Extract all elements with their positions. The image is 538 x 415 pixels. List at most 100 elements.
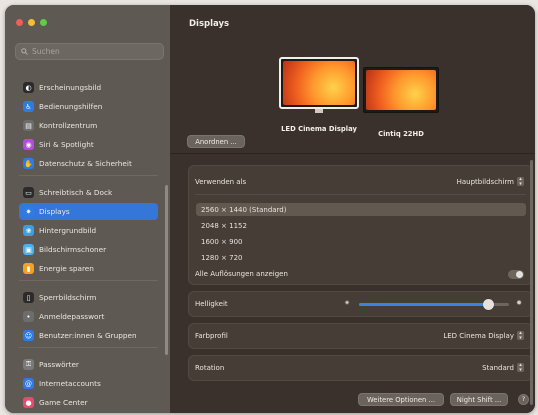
search-input[interactable]	[32, 47, 152, 56]
sidebar-item-label: Energie sparen	[39, 264, 94, 273]
color-profile-value: LED Cinema Display	[443, 331, 514, 340]
rotation-value: Standard	[482, 363, 514, 372]
sidebar-item-label: Internetaccounts	[39, 379, 101, 388]
display-thumbnail-cintiq[interactable]	[363, 67, 439, 115]
color-profile-card: Farbprofil LED Cinema Display ▴ ▾	[188, 323, 533, 349]
use-as-label: Verwenden als	[195, 178, 247, 186]
search-icon	[21, 48, 28, 55]
sidebar-item-label: Bildschirmschoner	[39, 245, 107, 254]
arrange-button[interactable]: Anordnen ...	[187, 135, 245, 148]
night-shift-button[interactable]: Night Shift ...	[450, 393, 508, 406]
sidebar-item-label: Passwörter	[39, 360, 79, 369]
display-label-cintiq: Cintiq 22HD	[378, 130, 424, 138]
sidebar-item-benutzer-innen-gruppen[interactable]: ☺ Benutzer:innen & Gruppen	[19, 327, 158, 344]
settings-window: ◐ Erscheinungsbild ♿ Bedienungshilfen ▤ Kontr…	[5, 5, 535, 413]
header-divider	[170, 153, 535, 154]
rotation-label: Rotation	[195, 364, 225, 372]
help-button[interactable]: ?	[518, 394, 529, 405]
color-profile-label: Farbprofil	[195, 332, 228, 340]
rotation-card: Rotation Standard ▴ ▾	[188, 355, 533, 381]
sidebar-item-hintergrundbild[interactable]: ❀ Hintergrundbild	[19, 222, 158, 239]
chevron-updown-icon: ▴ ▾	[517, 363, 524, 372]
sidebar-scrollbar[interactable]	[165, 185, 168, 355]
sidebar-item-passwörter[interactable]: ⚿ Passwörter	[19, 356, 158, 373]
sidebar-item-label: Datenschutz & Sicherheit	[39, 159, 132, 168]
dock-icon: ▭	[23, 187, 34, 198]
brightness-low-icon: ✷	[344, 299, 350, 307]
accessibility-icon: ♿	[23, 101, 34, 112]
brightness-label: Helligkeit	[195, 300, 228, 308]
sidebar-item-label: Schreibtisch & Dock	[39, 188, 113, 197]
sidebar-divider	[19, 347, 158, 348]
sidebar-item-energie-sparen[interactable]: ▮ Energie sparen	[19, 260, 158, 277]
users-groups-icon: ☺	[23, 330, 34, 341]
zoom-button[interactable]	[40, 19, 47, 26]
brightness-slider-fill	[359, 303, 488, 306]
minimize-button[interactable]	[28, 19, 35, 26]
chevron-updown-icon: ▴ ▾	[517, 177, 524, 186]
brightness-slider[interactable]	[359, 299, 509, 310]
sidebar-item-displays[interactable]: ✷ Displays	[19, 203, 158, 220]
sidebar-item-siri-spotlight[interactable]: ◉ Siri & Spotlight	[19, 136, 158, 153]
display-thumbnail-led-cinema[interactable]	[279, 57, 359, 113]
displays-icon: ✷	[23, 206, 34, 217]
sidebar-item-game-center[interactable]: ● Game Center	[19, 394, 158, 411]
siri-icon: ◉	[23, 139, 34, 150]
traffic-lights	[16, 19, 47, 26]
battery-icon: ▮	[23, 263, 34, 274]
brightness-slider-knob[interactable]	[482, 299, 494, 310]
sidebar-item-label: Hintergrundbild	[39, 226, 97, 235]
rotation-select[interactable]: Standard ▴ ▾	[482, 363, 524, 372]
use-as-value: Hauptbildschirm	[456, 177, 514, 186]
control-center-icon: ▤	[23, 120, 34, 131]
lock-screen-icon: ▯	[23, 292, 34, 303]
screensaver-icon: ▣	[23, 244, 34, 255]
privacy-hand-icon: ✋	[23, 158, 34, 169]
show-all-resolutions-toggle[interactable]	[508, 270, 524, 279]
sidebar-item-label: Displays	[39, 207, 70, 216]
game-center-icon: ●	[23, 397, 34, 408]
main-pane: Displays LED Cinema Display Cintiq 22HD …	[170, 5, 535, 413]
sidebar-item-label: Siri & Spotlight	[39, 140, 94, 149]
resolution-option[interactable]: 1600 × 900	[196, 235, 526, 248]
sidebar-divider	[19, 280, 158, 281]
sidebar-item-bildschirmschoner[interactable]: ▣ Bildschirmschoner	[19, 241, 158, 258]
sidebar-item-label: Erscheinungsbild	[39, 83, 102, 92]
resolution-card: Verwenden als Hauptbildschirm ▴ ▾ 2560 × …	[188, 165, 533, 285]
sidebar-item-anmeldepasswort[interactable]: • Anmeldepasswort	[19, 308, 158, 325]
brightness-high-icon: ✹	[516, 299, 522, 307]
key-icon: ⚿	[23, 359, 34, 370]
close-button[interactable]	[16, 19, 23, 26]
sidebar-item-label: Game Center	[39, 398, 88, 407]
sidebar-item-internetaccounts[interactable]: @ Internetaccounts	[19, 375, 158, 392]
search-field[interactable]	[15, 43, 164, 60]
wallpaper-icon: ❀	[23, 225, 34, 236]
display-label-led-cinema: LED Cinema Display	[281, 125, 357, 133]
at-sign-icon: @	[23, 378, 34, 389]
sidebar-item-kontrollzentrum[interactable]: ▤ Kontrollzentrum	[19, 117, 158, 134]
resolution-option[interactable]: 2048 × 1152	[196, 219, 526, 232]
more-options-button[interactable]: Weitere Optionen ...	[358, 393, 444, 406]
main-scrollbar[interactable]	[530, 160, 533, 405]
chevron-updown-icon: ▴ ▾	[517, 331, 524, 340]
sidebar-divider	[19, 175, 158, 176]
resolution-option[interactable]: 1280 × 720	[196, 251, 526, 264]
color-profile-select[interactable]: LED Cinema Display ▴ ▾	[443, 331, 524, 340]
sidebar-item-datenschutz-sicherheit[interactable]: ✋ Datenschutz & Sicherheit	[19, 155, 158, 172]
use-as-select[interactable]: Hauptbildschirm ▴ ▾	[457, 177, 524, 186]
show-all-resolutions-label: Alle Auflösungen anzeigen	[195, 270, 288, 278]
page-title: Displays	[189, 19, 230, 29]
sidebar-item-label: Benutzer:innen & Gruppen	[39, 331, 137, 340]
sidebar-item-bedienungshilfen[interactable]: ♿ Bedienungshilfen	[19, 98, 158, 115]
sidebar: ◐ Erscheinungsbild ♿ Bedienungshilfen ▤ Kontr…	[5, 5, 171, 413]
sidebar-item-sperrbildschirm[interactable]: ▯ Sperrbildschirm	[19, 289, 158, 306]
login-password-icon: •	[23, 311, 34, 322]
sidebar-item-label: Kontrollzentrum	[39, 121, 98, 130]
resolution-option[interactable]: 2560 × 1440 (Standard)	[196, 203, 526, 216]
appearance-icon: ◐	[23, 82, 34, 93]
sidebar-item-label: Anmeldepasswort	[39, 312, 105, 321]
sidebar-item-schreibtisch-dock[interactable]: ▭ Schreibtisch & Dock	[19, 184, 158, 201]
sidebar-item-label: Sperrbildschirm	[39, 293, 97, 302]
sidebar-item-erscheinungsbild[interactable]: ◐ Erscheinungsbild	[19, 79, 158, 96]
brightness-card: Helligkeit ✷ ✹	[188, 291, 533, 317]
